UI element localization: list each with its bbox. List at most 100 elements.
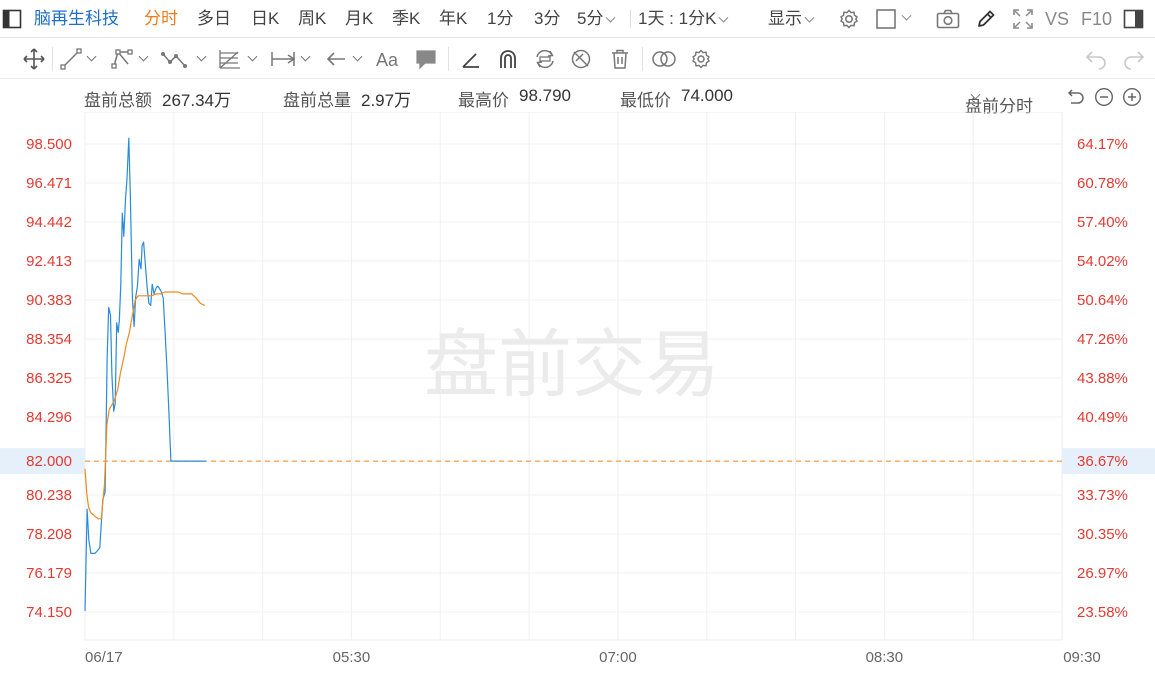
chevron-down-icon[interactable] bbox=[352, 51, 363, 62]
y-tick-left: 74.150 bbox=[26, 604, 72, 621]
y-axis-left: 98.500 96.471 94.442 92.413 90.383 88.354 86.3… bbox=[26, 136, 72, 621]
x-tick-label: 06/17 bbox=[85, 649, 123, 666]
range-selector-label: 1天 : 1分K bbox=[638, 9, 717, 28]
tab-period-5min[interactable]: 5分 bbox=[577, 0, 616, 38]
zoom-in-icon[interactable] bbox=[1122, 87, 1142, 107]
chevron-down-icon[interactable] bbox=[300, 51, 311, 62]
y-tick-left: 96.471 bbox=[26, 175, 72, 192]
tab-period-day-k[interactable]: 日K bbox=[251, 0, 279, 38]
toolbar-divider bbox=[630, 10, 631, 28]
premarket-info-row: 盘前总额 267.34万 盘前总量 2.97万 最高价 98.790 最低价 7… bbox=[0, 80, 1155, 116]
pencil-icon[interactable] bbox=[975, 8, 997, 30]
y-tick-right: 40.49% bbox=[1077, 409, 1128, 426]
toolbar-divider bbox=[448, 47, 449, 71]
move-icon[interactable] bbox=[22, 48, 46, 70]
magnet-icon[interactable] bbox=[497, 48, 519, 70]
chevron-down-icon bbox=[804, 12, 815, 23]
chart-series bbox=[84, 137, 206, 612]
redo-icon[interactable] bbox=[1122, 48, 1146, 70]
sidebar-toggle-icon[interactable] bbox=[2, 9, 22, 29]
x-tick-label: 08:30 bbox=[866, 649, 904, 666]
chart-mode-selector[interactable]: 盘前分时 bbox=[965, 86, 1033, 116]
indicator-box-icon[interactable] bbox=[876, 9, 898, 29]
y-tick-left: 90.383 bbox=[26, 292, 72, 309]
tab-period-5min-label: 5分 bbox=[577, 9, 604, 28]
fullscreen-icon[interactable] bbox=[1012, 8, 1034, 30]
angle-tool-icon[interactable] bbox=[460, 48, 482, 70]
f10-button[interactable]: F10 bbox=[1081, 0, 1112, 38]
display-menu[interactable]: 显示 bbox=[768, 0, 815, 38]
price-chart[interactable]: 盘前交易 98.500 96.471 94.442 92.413 90.383 88.35… bbox=[0, 112, 1155, 672]
text-tool-icon[interactable]: Aa bbox=[375, 48, 403, 70]
reset-zoom-icon[interactable] bbox=[1066, 87, 1086, 107]
y-tick-right: 33.73% bbox=[1077, 487, 1128, 504]
tab-period-intraday[interactable]: 分时 bbox=[144, 0, 178, 38]
vs-compare-button[interactable]: VS bbox=[1045, 0, 1069, 38]
arrow-left-tool-icon[interactable] bbox=[325, 48, 347, 70]
chevron-down-icon[interactable] bbox=[901, 10, 912, 21]
y-tick-right: 50.64% bbox=[1077, 292, 1128, 309]
channel-tool-icon[interactable] bbox=[110, 48, 134, 70]
drawing-toolbar: Aa bbox=[0, 39, 1155, 79]
measure-tool-icon[interactable] bbox=[270, 48, 296, 70]
range-selector[interactable]: 1天 : 1分K bbox=[638, 0, 729, 38]
y-tick-left: 82.000 bbox=[26, 453, 72, 470]
stock-name[interactable]: 脑再生科技 bbox=[34, 0, 119, 38]
y-tick-left: 98.500 bbox=[26, 136, 72, 153]
x-tick-label: 05:30 bbox=[333, 649, 371, 666]
toolbar-divider bbox=[52, 47, 53, 71]
line-tool-icon[interactable] bbox=[60, 48, 82, 70]
gear-icon[interactable] bbox=[838, 8, 860, 30]
total-amount-label: 盘前总额 bbox=[84, 91, 152, 110]
low-price-value: 74.000 bbox=[681, 86, 733, 105]
total-volume-value: 2.97万 bbox=[361, 91, 412, 110]
total-volume-label: 盘前总量 bbox=[283, 91, 351, 110]
tab-period-3min[interactable]: 3分 bbox=[534, 0, 560, 38]
y-tick-left: 80.238 bbox=[26, 487, 72, 504]
y-tick-right: 60.78% bbox=[1077, 175, 1128, 192]
tab-period-multiday[interactable]: 多日 bbox=[197, 0, 231, 38]
y-tick-right: 26.97% bbox=[1077, 565, 1128, 582]
undo-icon[interactable] bbox=[1084, 48, 1108, 70]
x-axis: 06/17 05:30 07:00 08:30 09:30 bbox=[85, 649, 1101, 666]
top-toolbar: 脑再生科技 分时 多日 日K 周K 月K 季K 年K 1分 3分 5分 1天 :… bbox=[0, 0, 1155, 38]
tab-period-year-k[interactable]: 年K bbox=[439, 0, 467, 38]
wave-tool-icon[interactable] bbox=[161, 48, 189, 70]
y-tick-left: 76.179 bbox=[26, 565, 72, 582]
y-tick-right: 54.02% bbox=[1077, 253, 1128, 270]
zoom-out-icon[interactable] bbox=[1094, 87, 1114, 107]
sync-icon[interactable] bbox=[533, 48, 557, 70]
camera-icon[interactable] bbox=[936, 9, 960, 29]
fibonacci-tool-icon[interactable] bbox=[218, 48, 242, 70]
comment-tool-icon[interactable] bbox=[415, 48, 437, 70]
y-tick-right: 57.40% bbox=[1077, 214, 1128, 231]
watermark-text: 盘前交易 bbox=[424, 322, 720, 408]
toolbar-divider bbox=[642, 47, 643, 71]
high-price-value: 98.790 bbox=[519, 86, 571, 105]
tab-period-quarter-k[interactable]: 季K bbox=[392, 0, 420, 38]
chevron-down-icon[interactable] bbox=[138, 51, 149, 62]
tab-period-1min[interactable]: 1分 bbox=[487, 0, 513, 38]
trash-icon[interactable] bbox=[609, 48, 631, 70]
y-tick-right: 36.67% bbox=[1077, 453, 1128, 470]
svg-text:Aa: Aa bbox=[376, 50, 399, 70]
chevron-down-icon[interactable] bbox=[196, 51, 207, 62]
tab-period-month-k[interactable]: 月K bbox=[345, 0, 373, 38]
low-price-label: 最低价 bbox=[620, 91, 671, 110]
y-tick-right: 30.35% bbox=[1077, 526, 1128, 543]
x-tick-label: 07:00 bbox=[599, 649, 637, 666]
panel-toggle-icon[interactable] bbox=[1123, 9, 1145, 29]
y-tick-right: 23.58% bbox=[1077, 604, 1128, 621]
tab-period-week-k[interactable]: 周K bbox=[298, 0, 326, 38]
chevron-down-icon[interactable] bbox=[247, 51, 258, 62]
hide-drawings-icon[interactable] bbox=[570, 48, 592, 70]
average-price-line bbox=[84, 291, 206, 520]
drawing-settings-icon[interactable] bbox=[690, 48, 712, 70]
y-tick-left: 78.208 bbox=[26, 526, 72, 543]
overlay-compare-icon[interactable] bbox=[651, 48, 677, 70]
display-menu-label: 显示 bbox=[768, 9, 802, 28]
chevron-down-icon[interactable] bbox=[86, 51, 97, 62]
y-axis-right: 64.17% 60.78% 57.40% 54.02% 50.64% 47.26% 43.8… bbox=[1077, 136, 1128, 621]
y-tick-left: 88.354 bbox=[26, 331, 72, 348]
y-tick-right: 47.26% bbox=[1077, 331, 1128, 348]
